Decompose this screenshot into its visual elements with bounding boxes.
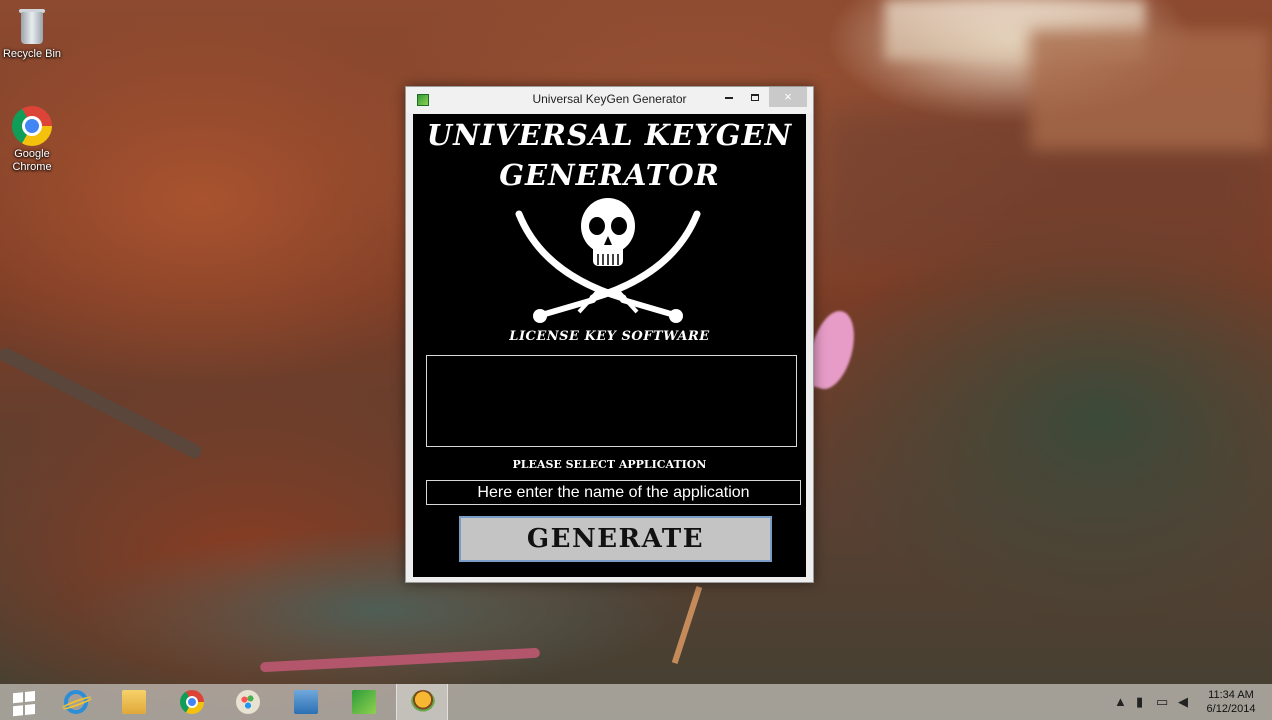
taskbar-paint[interactable] <box>222 684 270 720</box>
recycle-bin-icon <box>17 6 47 46</box>
folder-icon <box>122 690 146 714</box>
generate-button[interactable]: GENERATE <box>459 516 772 562</box>
taskbar-file-explorer[interactable] <box>108 684 156 720</box>
minimize-button[interactable] <box>718 87 740 107</box>
chrome-icon <box>180 690 204 714</box>
minimize-icon <box>725 96 733 99</box>
maximize-button[interactable] <box>744 87 766 107</box>
desktop-icon-label: Recycle Bin <box>2 48 62 60</box>
desktop-icon-label: Google Chrome <box>12 148 52 173</box>
monitor-icon <box>294 690 318 714</box>
clock-date: 6/12/2014 <box>1206 703 1256 715</box>
logo-title-line2: GENERATOR <box>499 158 720 192</box>
windows-logo-icon <box>13 690 37 718</box>
start-button[interactable] <box>0 684 48 720</box>
volume-icon[interactable]: ◀ <box>1178 694 1188 710</box>
license-key-output[interactable] <box>426 355 797 447</box>
taskbar-internet-explorer[interactable] <box>50 684 98 720</box>
desktop-icon-google-chrome[interactable]: Google Chrome <box>0 106 64 174</box>
paint-palette-icon <box>236 690 260 714</box>
burger-icon <box>411 690 435 714</box>
chrome-icon <box>12 106 52 146</box>
keygen-app-icon <box>352 690 376 714</box>
internet-explorer-icon <box>64 690 88 714</box>
application-name-input[interactable] <box>426 480 801 505</box>
system-tray: ▲ ▮ ▭ ◀ <box>1110 684 1200 720</box>
close-icon: × <box>784 89 792 104</box>
maximize-icon <box>751 94 759 102</box>
show-hidden-icons-icon[interactable]: ▲ <box>1114 694 1127 709</box>
network-icon[interactable]: ▭ <box>1156 694 1168 710</box>
wallpaper-rock <box>1030 30 1270 150</box>
taskbar-remote-desktop[interactable] <box>280 684 328 720</box>
wallpaper-branch <box>0 345 204 461</box>
logo-title-line1: UNIVERSAL KEYGEN <box>426 118 793 152</box>
taskbar: ▲ ▮ ▭ ◀ 11:34 AM 6/12/2014 <box>0 684 1272 720</box>
power-icon[interactable]: ▮ <box>1136 694 1143 710</box>
close-button[interactable]: × <box>769 87 807 107</box>
taskbar-chrome[interactable] <box>166 684 214 720</box>
select-application-label: PLEASE SELECT APPLICATION <box>512 458 707 471</box>
window-client-area: UNIVERSAL KEYGEN GENERATOR LICENSE KEY S… <box>413 114 806 577</box>
desktop-icon-recycle-bin[interactable]: Recycle Bin <box>0 6 64 61</box>
logo-tagline: LICENSE KEY SOFTWARE <box>509 329 710 344</box>
window-titlebar[interactable]: Universal KeyGen Generator × <box>406 87 813 113</box>
clock-time: 11:34 AM <box>1208 689 1254 701</box>
taskbar-clock[interactable]: 11:34 AM 6/12/2014 <box>1200 688 1262 716</box>
keygen-window: Universal KeyGen Generator × UNIVERSAL K… <box>405 86 814 583</box>
skull-crossed-swords-icon <box>513 194 703 334</box>
taskbar-burger-app[interactable] <box>396 684 448 720</box>
taskbar-keygen[interactable] <box>338 684 386 720</box>
